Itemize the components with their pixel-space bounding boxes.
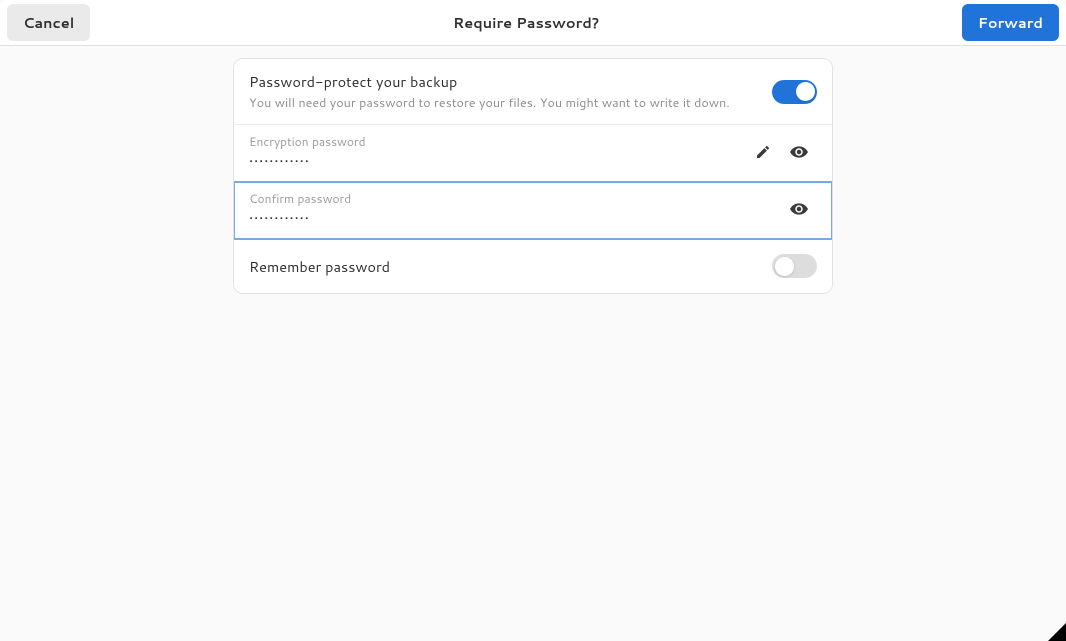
edit-icon[interactable]: [745, 134, 781, 170]
password-protect-text: Password-protect your backup You will ne…: [249, 71, 772, 112]
toggle-knob: [775, 257, 794, 276]
resize-handle[interactable]: [1048, 623, 1066, 641]
confirm-password-label: Confirm password: [249, 190, 781, 207]
password-protect-subtitle: You will need your password to restore y…: [249, 94, 772, 112]
password-protect-toggle[interactable]: [772, 80, 817, 104]
confirm-password-input[interactable]: [249, 210, 781, 228]
confirm-password-row[interactable]: Confirm password: [234, 182, 832, 239]
forward-button[interactable]: Forward: [962, 4, 1059, 41]
settings-panel: Password-protect your backup You will ne…: [233, 58, 833, 294]
encryption-password-row[interactable]: Encryption password: [234, 125, 832, 182]
dialog-content: Password-protect your backup You will ne…: [0, 46, 1066, 294]
password-protect-title: Password-protect your backup: [249, 71, 772, 92]
confirm-password-field: Confirm password: [249, 190, 781, 228]
remember-password-text: Remember password: [249, 256, 772, 277]
eye-icon[interactable]: [781, 134, 817, 170]
password-protect-row: Password-protect your backup You will ne…: [234, 59, 832, 125]
dialog-header: Cancel Require Password? Forward: [0, 0, 1066, 46]
encryption-password-input[interactable]: [249, 153, 745, 171]
encryption-password-label: Encryption password: [249, 133, 745, 150]
eye-icon[interactable]: [781, 191, 817, 227]
dialog-title: Require Password?: [453, 12, 599, 33]
remember-password-label: Remember password: [249, 256, 772, 277]
remember-password-toggle[interactable]: [772, 254, 817, 278]
encryption-password-field: Encryption password: [249, 133, 745, 171]
remember-password-row: Remember password: [234, 239, 832, 293]
cancel-button[interactable]: Cancel: [7, 4, 90, 41]
toggle-knob: [796, 82, 815, 101]
